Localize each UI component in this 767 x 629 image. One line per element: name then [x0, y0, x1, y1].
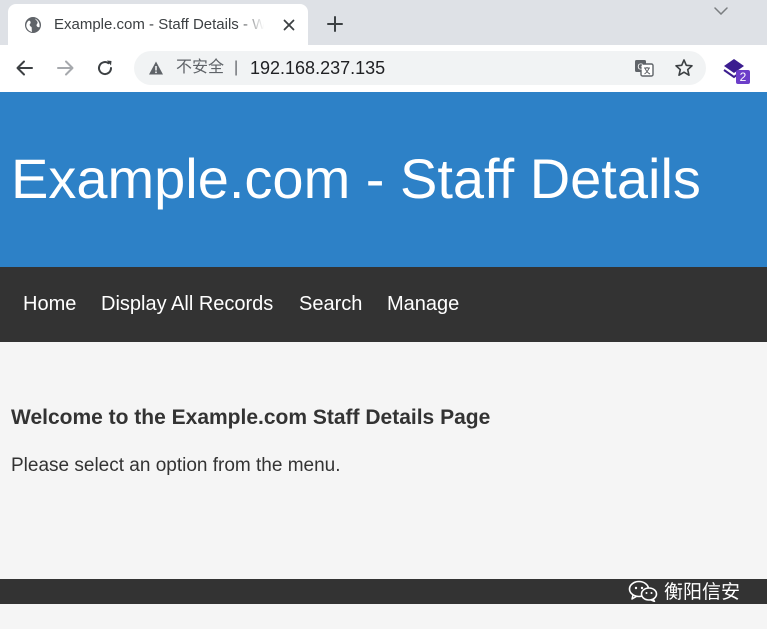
nav-link-manage[interactable]: Manage	[387, 291, 459, 317]
tab-title: Example.com - Staff Details - W	[54, 16, 264, 33]
address-bar[interactable]: 不安全 | 192.168.237.135 G	[134, 51, 706, 85]
browser-toolbar: 不安全 | 192.168.237.135 G 2	[0, 45, 767, 93]
reload-icon[interactable]	[93, 56, 117, 80]
warning-triangle-icon[interactable]	[148, 60, 164, 76]
url-text[interactable]: 192.168.237.135	[250, 57, 385, 79]
bookmark-star-icon[interactable]	[674, 58, 694, 78]
translate-icon[interactable]: G	[634, 59, 654, 77]
main-nav: Home Display All Records Search Manage	[0, 267, 767, 342]
security-status-label[interactable]: 不安全	[176, 58, 224, 78]
nav-link-search[interactable]: Search	[299, 291, 362, 317]
plus-icon[interactable]	[324, 13, 346, 35]
chevron-down-icon[interactable]	[712, 4, 730, 18]
watermark: 衡阳信安	[628, 580, 741, 607]
browser-tab-active[interactable]: Example.com - Staff Details - W	[8, 4, 308, 45]
globe-icon	[24, 16, 42, 34]
extension-icon[interactable]: 2	[722, 57, 752, 87]
page-title: Example.com - Staff Details	[11, 147, 701, 210]
close-icon[interactable]	[280, 16, 298, 34]
instruction-text: Please select an option from the menu.	[11, 455, 341, 476]
svg-text:G: G	[637, 63, 643, 72]
site-header: Example.com - Staff Details	[0, 92, 767, 267]
nav-link-home[interactable]: Home	[23, 291, 76, 317]
main-content: Welcome to the Example.com Staff Details…	[0, 342, 767, 579]
back-arrow-icon[interactable]	[13, 56, 37, 80]
extension-badge: 2	[736, 70, 750, 84]
wechat-icon	[628, 580, 658, 607]
welcome-heading: Welcome to the Example.com Staff Details…	[11, 406, 491, 429]
address-separator: |	[234, 59, 239, 76]
browser-tab-strip: Example.com - Staff Details - W	[0, 0, 767, 45]
nav-link-display-all-records[interactable]: Display All Records	[101, 291, 273, 317]
watermark-text: 衡阳信安	[664, 582, 741, 603]
forward-arrow-icon[interactable]	[53, 56, 77, 80]
